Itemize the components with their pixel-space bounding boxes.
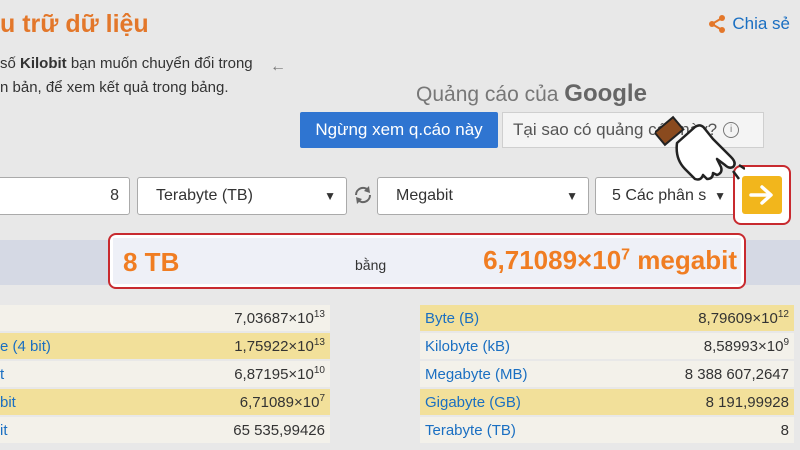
unit-name-link[interactable]: Terabyte (TB) <box>425 422 516 439</box>
unit-value: 1,75922×1013 <box>234 337 325 355</box>
page-title: u trữ dữ liệu <box>0 10 149 38</box>
unit-name-link[interactable]: e (4 bit) <box>0 338 51 355</box>
unit-name-link[interactable]: it <box>0 422 8 439</box>
share-label: Chia sẻ <box>732 14 790 33</box>
unit-name-link[interactable]: t <box>0 366 4 383</box>
table-row: Megabyte (MB) 8 388 607,2647 <box>420 361 794 387</box>
table-row: 7,03687×1013 <box>0 305 330 331</box>
unit-value: 8 <box>780 421 789 439</box>
unit-value: 65 535,99426 <box>233 421 325 439</box>
unit-value: 6,87195×1010 <box>234 365 325 383</box>
swap-icon[interactable] <box>352 184 374 206</box>
unit-name-link[interactable]: Gigabyte (GB) <box>425 394 521 411</box>
unit-name-link[interactable]: Kilobyte (kB) <box>425 338 510 355</box>
value-input[interactable]: 8 <box>0 177 130 215</box>
unit-value: 8,58993×109 <box>703 337 789 355</box>
chevron-down-icon: ▼ <box>566 189 578 203</box>
unit-value: 8,79609×1012 <box>698 309 789 327</box>
unit-value: 6,71089×107 <box>239 393 325 411</box>
unit-name-link[interactable]: Megabyte (MB) <box>425 366 528 383</box>
share-icon <box>709 15 726 33</box>
table-row: t 6,87195×1010 <box>0 361 330 387</box>
table-row: bit 6,71089×107 <box>0 389 330 415</box>
table-row: e (4 bit) 1,75922×1013 <box>0 333 330 359</box>
unit-value: 8 388 607,2647 <box>684 365 789 383</box>
arrow-right-icon <box>742 176 782 214</box>
ad-back-arrow-icon[interactable]: ← <box>270 58 286 76</box>
chevron-down-icon: ▼ <box>714 189 726 203</box>
result-input: 8 TB <box>123 247 180 277</box>
result-box: 8 TB bằng 6,71089×107 megabit <box>108 233 746 289</box>
unit-name-link[interactable]: bit <box>0 394 16 411</box>
unit-name-link[interactable]: Byte (B) <box>425 310 479 327</box>
table-row: Kilobyte (kB) 8,58993×109 <box>420 333 794 359</box>
pointing-hand-icon <box>655 115 745 181</box>
unit-value: 8 191,99928 <box>705 393 789 411</box>
ad-label: Quảng cáo của Google <box>416 80 647 107</box>
table-row: it 65 535,99426 <box>0 417 330 443</box>
to-unit-select[interactable]: Megabit ▼ <box>377 177 589 215</box>
unit-value: 7,03687×1013 <box>234 309 325 327</box>
table-row: Byte (B) 8,79609×1012 <box>420 305 794 331</box>
result-equals: bằng <box>355 257 387 273</box>
share-button[interactable]: Chia sẻ <box>707 14 790 34</box>
result-output: 6,71089×107 megabit <box>483 245 737 275</box>
google-logo: Google <box>564 80 647 107</box>
instructions-text: số Kilobit bạn muốn chuyển đổi trong n b… <box>0 55 253 96</box>
stop-ad-button[interactable]: Ngừng xem q.cáo này <box>300 112 498 148</box>
table-row: Gigabyte (GB) 8 191,99928 <box>420 389 794 415</box>
from-unit-select[interactable]: Terabyte (TB) ▼ <box>137 177 347 215</box>
chevron-down-icon: ▼ <box>324 189 336 203</box>
table-row: Terabyte (TB) 8 <box>420 417 794 443</box>
